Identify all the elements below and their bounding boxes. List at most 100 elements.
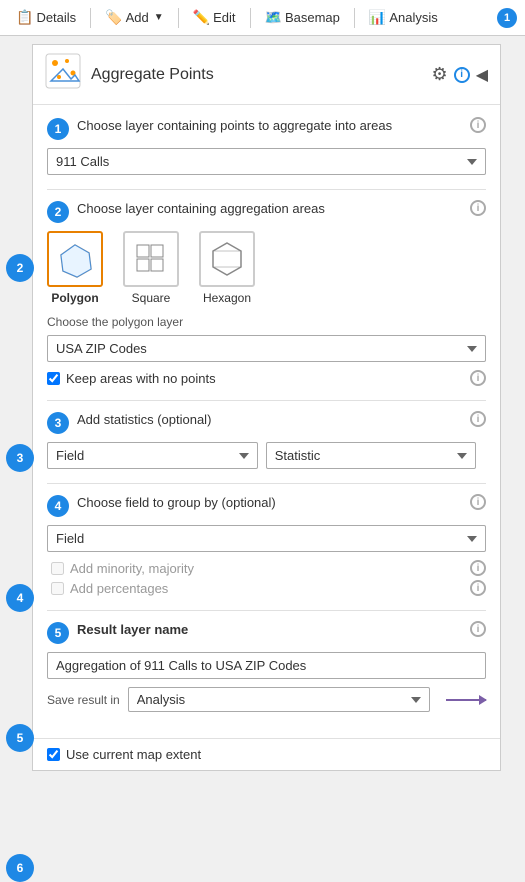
info-button-minority[interactable]: i <box>470 560 486 576</box>
step-1-info: i <box>470 117 486 133</box>
polygon-hint: Choose the polygon layer <box>47 315 486 329</box>
info-button-header[interactable]: i <box>454 67 470 83</box>
edit-icon: ✏️ <box>193 9 210 26</box>
panel-header-icon <box>45 53 81 96</box>
step-3-label: Add statistics (optional) <box>77 411 464 429</box>
add-percentages-row: Add percentages i <box>47 580 486 596</box>
add-icon: 🏷️ <box>105 9 122 26</box>
arrow-indicator <box>442 699 486 701</box>
toolbar-badge-number: 1 <box>504 12 510 24</box>
info-button-step5[interactable]: i <box>470 621 486 637</box>
keep-areas-checkbox[interactable] <box>47 372 60 385</box>
step-4-header: 4 Choose field to group by (optional) i <box>47 494 486 517</box>
step-5-label: Result layer name <box>77 621 464 639</box>
agg-type-hexagon[interactable]: Hexagon <box>199 231 255 305</box>
step-5-number: 5 <box>47 622 69 644</box>
use-current-extent-label: Use current map extent <box>66 747 201 762</box>
separator-3 <box>250 8 251 28</box>
aggregation-types: Polygon Square <box>47 231 486 305</box>
square-label: Square <box>132 291 171 305</box>
basemap-button[interactable]: 🗺️ Basemap <box>257 5 348 30</box>
save-result-label: Save result in <box>47 693 120 707</box>
add-label: Add <box>126 10 149 25</box>
analysis-label: Analysis <box>389 10 437 25</box>
divider-1 <box>47 189 486 190</box>
add-dropdown-arrow: ▼ <box>154 12 164 23</box>
edit-label: Edit <box>213 10 235 25</box>
step1-layer-select[interactable]: 911 Calls <box>47 148 486 175</box>
step-5: 5 Result layer name i Save result in Ana… <box>47 621 486 712</box>
step-4: 4 Choose field to group by (optional) i … <box>47 494 486 596</box>
hexagon-label: Hexagon <box>203 291 251 305</box>
square-icon-box[interactable] <box>123 231 179 287</box>
field-select[interactable]: Field <box>47 442 258 469</box>
add-minority-label: Add minority, majority <box>70 561 194 576</box>
step-2-info: i <box>470 200 486 216</box>
step-1-label: Choose layer containing points to aggreg… <box>77 117 464 135</box>
add-button[interactable]: 🏷️ Add ▼ <box>97 5 171 30</box>
step-2-number: 2 <box>47 201 69 223</box>
group-field-select[interactable]: Field <box>47 525 486 552</box>
info-button-step1[interactable]: i <box>470 117 486 133</box>
step-5-header: 5 Result layer name i <box>47 621 486 644</box>
panel-header: Aggregate Points ⚙ i ◀ <box>33 45 500 105</box>
polygon-icon-box[interactable] <box>47 231 103 287</box>
hexagon-icon-box[interactable] <box>199 231 255 287</box>
info-button-step2[interactable]: i <box>470 200 486 216</box>
edit-button[interactable]: ✏️ Edit <box>185 5 244 30</box>
divider-2 <box>47 400 486 401</box>
step-4-label: Choose field to group by (optional) <box>77 494 464 512</box>
back-button[interactable]: ◀ <box>476 65 488 85</box>
basemap-icon: 🗺️ <box>265 9 282 26</box>
use-current-extent-checkbox[interactable] <box>47 748 60 761</box>
side-badge-4: 4 <box>6 584 34 612</box>
step-2: 2 Choose layer containing aggregation ar… <box>47 200 486 386</box>
basemap-label: Basemap <box>285 10 340 25</box>
add-minority-checkbox[interactable] <box>51 562 64 575</box>
agg-type-polygon[interactable]: Polygon <box>47 231 103 305</box>
step-1-number: 1 <box>47 118 69 140</box>
panel-title: Aggregate Points <box>91 66 432 84</box>
agg-type-square[interactable]: Square <box>123 231 179 305</box>
details-icon: 📋 <box>16 9 33 26</box>
panel-header-actions: ⚙ i ◀ <box>432 64 488 85</box>
result-name-input[interactable] <box>47 652 486 679</box>
panel-body: 1 Choose layer containing points to aggr… <box>33 105 500 738</box>
stats-row: Field Statistic <box>47 442 486 469</box>
polygon-layer-select[interactable]: USA ZIP Codes <box>47 335 486 362</box>
step-2-header: 2 Choose layer containing aggregation ar… <box>47 200 486 223</box>
add-percentages-checkbox[interactable] <box>51 582 64 595</box>
separator-4 <box>354 8 355 28</box>
separator-2 <box>178 8 179 28</box>
step-1-header: 1 Choose layer containing points to aggr… <box>47 117 486 140</box>
info-button-keep-areas[interactable]: i <box>470 370 486 386</box>
bottom-row: Use current map extent <box>33 738 500 770</box>
step-3: 3 Add statistics (optional) i Field Stat… <box>47 411 486 469</box>
toolbar-badge: 1 <box>497 8 517 28</box>
statistic-select[interactable]: Statistic <box>266 442 477 469</box>
divider-4 <box>47 610 486 611</box>
keep-areas-row: Keep areas with no points i <box>47 370 486 386</box>
settings-button[interactable]: ⚙ <box>432 64 448 85</box>
info-button-percentages[interactable]: i <box>470 580 486 596</box>
step-3-header: 3 Add statistics (optional) i <box>47 411 486 434</box>
details-button[interactable]: 📋 Details <box>8 5 84 30</box>
details-label: Details <box>36 10 76 25</box>
separator-1 <box>90 8 91 28</box>
info-button-step3[interactable]: i <box>470 411 486 427</box>
side-badge-6: 6 <box>6 854 34 882</box>
step-3-number: 3 <box>47 412 69 434</box>
analysis-button[interactable]: 📊 Analysis <box>361 5 446 30</box>
side-badge-5: 5 <box>6 724 34 752</box>
add-minority-row: Add minority, majority i <box>47 560 486 576</box>
toolbar: 📋 Details 🏷️ Add ▼ ✏️ Edit 🗺️ Basemap 📊 … <box>0 0 525 36</box>
divider-3 <box>47 483 486 484</box>
add-percentages-label: Add percentages <box>70 581 168 596</box>
side-badge-3: 3 <box>6 444 34 472</box>
polygon-label: Polygon <box>51 291 98 305</box>
side-badge-2: 2 <box>6 254 34 282</box>
step-5-container: 5 Result layer name i Save result in Ana… <box>47 621 486 726</box>
info-button-step4[interactable]: i <box>470 494 486 510</box>
analysis-icon: 📊 <box>369 9 386 26</box>
save-result-select[interactable]: Analysis <box>128 687 430 712</box>
